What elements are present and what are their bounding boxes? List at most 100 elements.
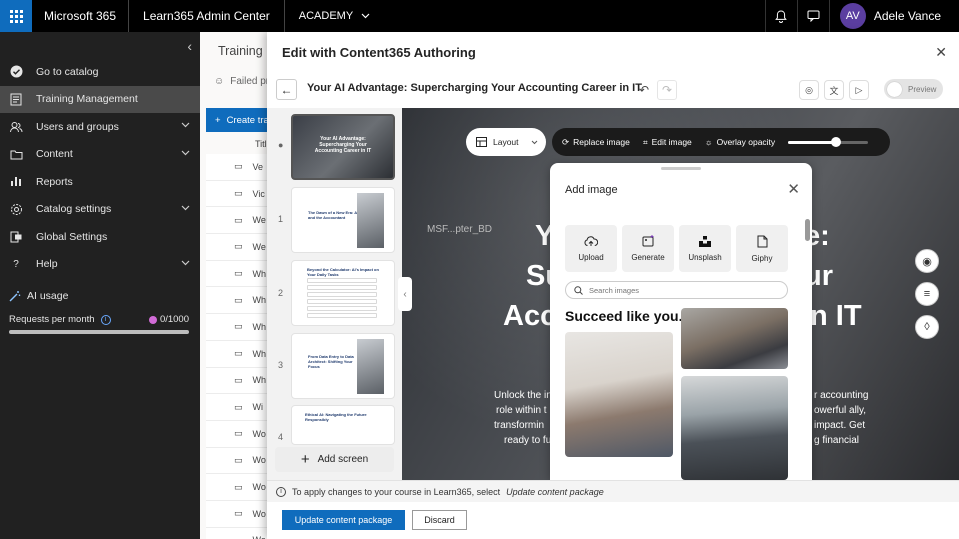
table-row[interactable]: ▭ Wo — [206, 500, 272, 528]
overlay-opacity-slider[interactable] — [788, 136, 869, 147]
add-screen-button[interactable]: + Add screen — [275, 447, 394, 472]
stock-image-team-laptop[interactable] — [565, 332, 673, 457]
thumbnail-3[interactable]: From Data Entry to Data Architect: Shift… — [291, 333, 395, 399]
feedback-button[interactable] — [796, 0, 829, 32]
chevron-left-icon: ‹ — [403, 288, 407, 300]
row-title: Wh — [252, 321, 267, 332]
thumbnail-0[interactable]: Your AI Advantage: Supercharging Your Ac… — [291, 114, 395, 180]
slider-fill — [788, 140, 837, 144]
update-content-package-button[interactable]: Update content package — [282, 510, 405, 530]
replace-image-button[interactable]: ⟳ Replace image — [562, 137, 630, 148]
color-button[interactable]: ◊ — [915, 315, 939, 339]
search-icon — [574, 285, 583, 295]
nav-catalog-settings[interactable]: Catalog settings — [0, 196, 200, 224]
table-row[interactable]: ▭ Wh — [206, 287, 272, 315]
title-column-header[interactable]: Titl — [255, 139, 267, 149]
product-name[interactable]: Microsoft 365 — [32, 0, 130, 32]
upload-tile[interactable]: Upload — [565, 225, 617, 272]
discard-button[interactable]: Discard — [412, 510, 467, 530]
stock-image-group-smiling[interactable] — [681, 308, 788, 369]
table-row[interactable]: ▭ Wh — [206, 340, 272, 368]
thumbnail-1[interactable]: The Dawn of a New Era: A and the Account… — [291, 187, 395, 253]
scrollbar[interactable] — [805, 211, 810, 477]
table-row[interactable]: ▭ Wh — [206, 367, 272, 395]
table-row[interactable]: ▭ Wo — [206, 420, 272, 448]
monitor-icon: ▭ — [234, 188, 243, 199]
user-menu[interactable]: AV Adele Vance — [828, 0, 959, 32]
close-dialog-button[interactable]: ✕ — [787, 180, 800, 198]
table-row[interactable]: ▭ Wi — [206, 394, 272, 421]
thumbnail-image — [357, 339, 384, 394]
nav-go-to-catalog[interactable]: Go to catalog — [0, 58, 200, 86]
thumbnail-title: Your AI Advantage: Supercharging Your Ac… — [314, 136, 372, 154]
row-title: Wo — [252, 428, 266, 439]
app-launcher-button[interactable] — [0, 0, 32, 32]
layout-label: Layout — [493, 137, 519, 147]
info-text-emphasis: Update content package — [506, 486, 604, 497]
table-row[interactable]: ▭ Ve — [206, 154, 272, 181]
scroll-thumb[interactable] — [805, 219, 810, 241]
table-row[interactable]: ▭ Wh — [206, 314, 272, 341]
back-button[interactable]: ← — [276, 79, 297, 100]
academy-switcher[interactable]: ACADEMY — [285, 10, 384, 22]
table-row[interactable]: ▭ We — [206, 207, 272, 235]
feedback-icon — [807, 10, 820, 22]
nav-reports[interactable]: Reports — [0, 168, 200, 196]
thumbnail-2[interactable]: Beyond the Calculator: AI's Impact on Yo… — [291, 260, 395, 326]
app-name[interactable]: Learn365 Admin Center — [129, 0, 285, 32]
preview-toggle[interactable]: Preview — [884, 79, 943, 99]
collapse-thumbnails-button[interactable]: ‹ — [398, 277, 412, 311]
table-row[interactable]: ▭ Wo — [206, 527, 272, 539]
nav-training-management[interactable]: Training Management — [0, 85, 200, 113]
slide-canvas[interactable]: MSF...pter_BD Yo e: Su ur Acc n IT Unloc… — [402, 108, 959, 480]
notifications-button[interactable] — [764, 0, 797, 32]
visibility-button[interactable]: ◉ — [915, 249, 939, 273]
drag-handle[interactable] — [661, 167, 701, 170]
monitor-icon: ▭ — [234, 294, 243, 305]
nav-content[interactable]: Content — [0, 141, 200, 169]
table-row[interactable]: ▭ Vic — [206, 180, 272, 208]
generate-tile[interactable]: Generate — [622, 225, 674, 272]
body-text-line: g financial — [814, 435, 860, 446]
ai-assist-button[interactable]: ◎ — [799, 80, 819, 100]
requests-progress-bar — [9, 330, 189, 334]
collapse-nav-icon[interactable]: ‹ — [187, 38, 192, 54]
table-row[interactable]: ▭ We — [206, 234, 272, 261]
thumbnail-4[interactable]: Ethical AI: Navigating the Future Respon… — [291, 405, 395, 445]
panel-title: Edit with Content365 Authoring — [282, 45, 476, 60]
left-navigation: ‹ Go to catalog Training Management User… — [0, 32, 200, 539]
close-panel-button[interactable]: ✕ — [935, 44, 947, 61]
failed-processing-notice: ☺ Failed pro — [214, 76, 275, 87]
search-input[interactable] — [589, 285, 769, 295]
text-align-button[interactable]: ≡ — [915, 282, 939, 306]
undo-button[interactable]: ↶ — [634, 80, 654, 100]
create-training-button[interactable]: + Create tra — [206, 108, 276, 132]
help-icon: ? — [13, 258, 19, 270]
smiley-icon: ☺ — [214, 76, 225, 87]
stock-image-meeting-room[interactable] — [681, 376, 788, 480]
layout-dropdown[interactable]: Layout — [466, 128, 546, 156]
table-row[interactable]: ▭ Wo — [206, 474, 272, 501]
media-button[interactable]: ▷ — [849, 80, 869, 100]
bell-icon — [775, 9, 788, 23]
info-icon[interactable]: i — [100, 314, 111, 325]
nav-users-and-groups[interactable]: Users and groups — [0, 113, 200, 141]
unsplash-tile[interactable]: Unsplash — [679, 225, 731, 272]
redo-button[interactable]: ↷ — [657, 80, 677, 100]
monitor-icon: ▭ — [234, 535, 243, 539]
slider-handle[interactable] — [831, 136, 842, 147]
bar-chart-icon — [9, 175, 23, 189]
table-row[interactable]: ▭ Wh — [206, 260, 272, 288]
table-row[interactable]: ▭ Wo — [206, 447, 272, 475]
nav-global-settings[interactable]: Global Settings — [0, 223, 200, 251]
row-title: Wh — [252, 348, 267, 359]
giphy-tile[interactable]: Giphy — [736, 225, 788, 272]
translate-button[interactable]: 文 — [824, 80, 844, 100]
image-toolbar: ⟳ Replace image ⌗ Edit image ☼ Overlay o… — [552, 128, 890, 156]
overlay-opacity-label: Overlay opacity — [716, 137, 776, 147]
body-text-line: transformin — [494, 420, 545, 431]
nav-help[interactable]: ? Help — [0, 251, 200, 279]
training-list: ▭ Ve ▭ Vic ▭ We ▭ We ▭ Wh ▭ Wh ▭ Wh ▭ Wh ▭ Wh ▭ Wi… — [206, 154, 272, 539]
row-title: Wo — [252, 508, 266, 519]
edit-image-button[interactable]: ⌗ Edit image — [643, 137, 692, 148]
